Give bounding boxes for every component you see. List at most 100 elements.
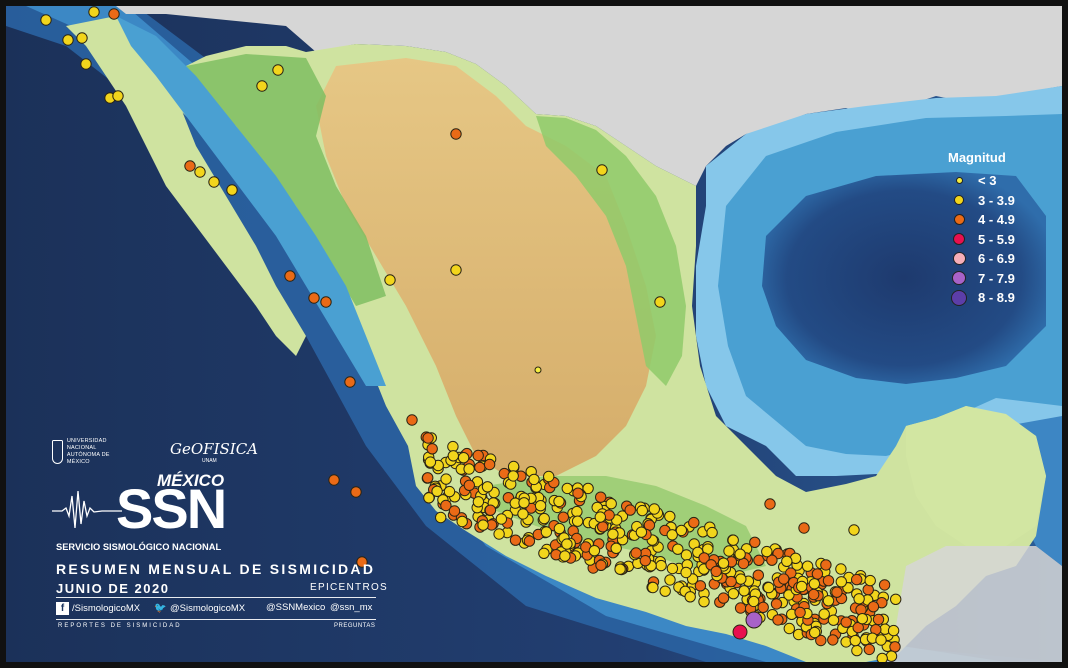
- legend-dot-icon: [953, 214, 965, 226]
- legend-label: 7 - 7.9: [978, 270, 1015, 286]
- geofisica-sub: UNAM: [202, 458, 217, 464]
- epicenter-marker: [734, 602, 747, 614]
- epicenter-marker: [448, 505, 461, 517]
- epicenter-marker: [783, 622, 795, 635]
- epicenter-marker: [484, 504, 497, 516]
- facebook-link[interactable]: f /SismologicoMX: [56, 602, 140, 615]
- twitter-handle-1: @SismologicoMX: [170, 603, 246, 614]
- legend-symbol: [946, 252, 972, 266]
- legend-dot-icon: [954, 195, 964, 206]
- epicenter-marker: [272, 64, 284, 76]
- epicenter-marker: [561, 538, 573, 550]
- epicenter-marker: [763, 581, 775, 594]
- epicenter-marker: [867, 601, 880, 613]
- unam-logo: UNIVERSIDAD NACIONAL AUTÓNOMA DE MÉXICO: [52, 438, 112, 466]
- legend-dot-icon: [952, 252, 966, 266]
- epicenter-marker: [344, 376, 356, 388]
- reports-link[interactable]: REPORTES DE SISMICIDAD: [58, 623, 182, 629]
- report-block: RESUMEN MENSUAL DE SISMICIDAD JUNIO DE 2…: [56, 561, 387, 629]
- epicenter-marker: [594, 511, 606, 523]
- legend-symbol: [946, 177, 972, 185]
- twitter-link-2[interactable]: @SSNMexico: [266, 602, 325, 613]
- epicenter-marker: [474, 461, 486, 474]
- epicenter-marker: [450, 128, 462, 140]
- epicenter-marker: [872, 613, 885, 626]
- epicenter-marker: [553, 495, 565, 508]
- epicenter-marker: [853, 593, 865, 605]
- epicenter-marker: [320, 296, 332, 308]
- epicenter-marker: [745, 611, 763, 629]
- epicenter-marker: [572, 487, 584, 499]
- questions-link[interactable]: PREGUNTAS: [334, 623, 375, 629]
- geofisica-logo: GeOFISICA: [170, 440, 259, 458]
- epicenter-marker: [472, 496, 485, 508]
- epicenter-marker: [80, 58, 92, 70]
- epicenter-marker: [659, 585, 671, 597]
- epicenter-marker: [588, 545, 601, 557]
- unam-name: UNIVERSIDAD NACIONAL AUTÓNOMA DE MÉXICO: [67, 438, 112, 466]
- epicenter-marker: [770, 598, 783, 610]
- epicenter-marker: [764, 498, 776, 510]
- epicenter-marker: [818, 608, 830, 620]
- epicenter-marker: [208, 176, 220, 188]
- map-frame: Magnitud < 3 3 - 3.9 4 - 4.9 5 - 5.9 6 - 6.9…: [0, 0, 1068, 668]
- epicenter-marker: [890, 593, 902, 605]
- unam-line-1: UNIVERSIDAD NACIONAL: [66, 438, 107, 451]
- epicenter-marker: [885, 650, 898, 662]
- epicenter-marker: [822, 575, 835, 587]
- epicenter-marker: [528, 473, 540, 486]
- epicenter-marker: [605, 498, 617, 510]
- legend-item: 4 - 4.9: [946, 210, 1056, 230]
- epicenter-marker: [801, 560, 814, 572]
- epicenter-marker: [856, 613, 868, 625]
- web-link[interactable]: @ssn_mx: [330, 602, 372, 613]
- epicenter-marker: [477, 519, 489, 531]
- epicenter-marker: [635, 526, 648, 538]
- epicenter-marker: [752, 569, 764, 581]
- epicenter-marker: [664, 574, 676, 586]
- epicenter-marker: [848, 524, 860, 536]
- central-america: [886, 546, 1062, 662]
- epicenter-marker: [647, 581, 659, 594]
- seismogram-icon: [52, 490, 122, 529]
- legend-dot-icon: [953, 233, 965, 246]
- epicenter-marker: [675, 524, 688, 537]
- epicenter-marker: [732, 624, 748, 640]
- epicenter-marker: [194, 166, 206, 178]
- ssn-logo: SSN: [116, 477, 227, 540]
- epicenter-marker: [849, 634, 861, 647]
- twitter-link-1[interactable]: 🐦 @SismologicoMX: [154, 602, 245, 615]
- epicenter-marker: [534, 366, 542, 374]
- epicenter-marker: [835, 563, 847, 575]
- epicenter-marker: [350, 486, 362, 498]
- epicenter-marker: [426, 443, 438, 455]
- epicenter-marker: [717, 592, 730, 604]
- epicenter-marker: [639, 555, 651, 567]
- epicenter-marker: [624, 504, 636, 516]
- epicenter-marker: [456, 515, 468, 528]
- epicenter-marker: [595, 559, 607, 571]
- legend-symbol: [946, 271, 972, 286]
- epicenter-marker: [655, 559, 667, 572]
- epicenter-marker: [808, 578, 821, 590]
- epicenter-marker: [717, 557, 730, 569]
- epicenter-marker: [256, 80, 268, 92]
- epicenter-marker: [571, 505, 583, 518]
- legend-item: < 3: [946, 171, 1056, 191]
- epicenter-marker: [672, 543, 684, 555]
- legend-item: 8 - 8.9: [946, 288, 1056, 308]
- epicenter-marker: [614, 563, 626, 575]
- epicenter-marker: [534, 500, 547, 512]
- epicenter-marker: [422, 432, 434, 444]
- epicenter-marker: [875, 634, 887, 646]
- unam-line-2: AUTÓNOMA DE MÉXICO: [66, 452, 110, 465]
- legend-label: 3 - 3.9: [978, 192, 1015, 208]
- epicenter-marker: [710, 565, 722, 578]
- epicenter-marker: [457, 452, 470, 464]
- epicenter-marker: [835, 576, 847, 588]
- ssn-full-name: SERVICIO SISMOLÓGICO NACIONAL: [56, 542, 222, 552]
- legend-item: 3 - 3.9: [946, 191, 1056, 211]
- epicenter-marker: [561, 482, 573, 495]
- epicenter-marker: [889, 641, 901, 653]
- epicenter-marker: [424, 456, 437, 468]
